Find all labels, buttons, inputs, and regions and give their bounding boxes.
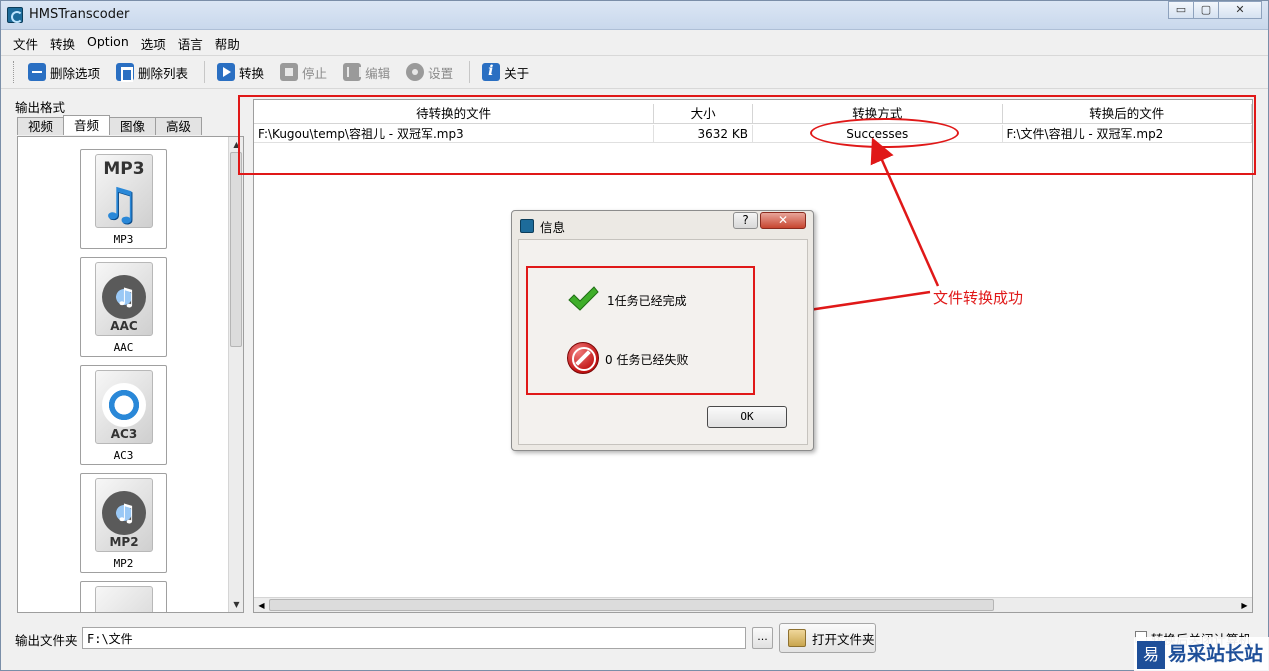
convert-label: 转换 — [239, 65, 265, 81]
toolbar: 删除选项 删除列表 转换 停止 编辑 设置 关于 — [1, 55, 1268, 89]
output-format-label: 输出格式 — [15, 100, 66, 115]
toolbar-grip[interactable] — [13, 61, 16, 83]
dialog-help-button[interactable]: ? — [733, 212, 758, 229]
menu-help[interactable]: 帮助 — [209, 31, 246, 53]
scroll-left-icon[interactable]: ◀ — [254, 598, 269, 613]
info-icon — [482, 63, 501, 81]
format-label: MP2 — [113, 557, 134, 570]
watermark-text: 易采站长站 — [1168, 643, 1264, 665]
minus-icon — [28, 63, 46, 81]
annotation-text: 文件转换成功 — [933, 289, 1024, 307]
annotation-status-ellipse — [810, 118, 959, 148]
delete-item-label: 删除选项 — [50, 65, 101, 81]
quicktime-icon — [102, 383, 146, 427]
format-list-scrollbar[interactable]: ▲ ▼ — [228, 137, 243, 612]
delete-list-label: 删除列表 — [138, 65, 189, 81]
dialog-app-icon — [520, 219, 534, 233]
format-card-aac[interactable]: ♫ AAC AAC — [80, 257, 167, 357]
scrollbar-thumb[interactable] — [269, 599, 994, 611]
app-icon — [7, 7, 23, 23]
settings-button[interactable]: 设置 — [400, 61, 459, 84]
menu-language[interactable]: 语言 — [172, 31, 209, 53]
tab-video[interactable]: 视频 — [17, 117, 65, 135]
close-button[interactable]: ✕ — [1218, 1, 1262, 19]
annotation-table-box — [238, 95, 1256, 175]
trash-icon — [116, 63, 135, 82]
format-card-mp2[interactable]: ♫ MP2 MP2 — [80, 473, 167, 573]
film-icon — [343, 63, 362, 81]
delete-item-button[interactable]: 删除选项 — [22, 61, 106, 84]
format-list: MP3 ♫ MP3 ♫ AAC AAC AC3 AC3 ♫ MP2 MP2 ▲ … — [17, 136, 244, 613]
edit-button[interactable]: 编辑 — [337, 61, 396, 84]
table-hscrollbar[interactable]: ◀ ▶ — [254, 597, 1252, 612]
menu-bar: 文件 转换 Option 选项 语言 帮助 — [1, 31, 1268, 53]
delete-list-button[interactable]: 删除列表 — [110, 61, 194, 84]
edit-label: 编辑 — [365, 65, 391, 81]
output-folder-label: 输出文件夹 — [15, 633, 78, 648]
music-note-icon: ♫ — [115, 283, 137, 311]
open-folder-button[interactable]: 打开文件夹 — [779, 623, 876, 653]
settings-label: 设置 — [428, 65, 454, 81]
tab-audio[interactable]: 音频 — [63, 115, 111, 135]
format-card-ac3[interactable]: AC3 AC3 — [80, 365, 167, 465]
watermark-logo: 易 — [1137, 641, 1165, 669]
toolbar-separator — [469, 61, 471, 83]
format-icon-tag: MP2 — [109, 535, 139, 549]
ac3-file-icon: AC3 — [95, 370, 153, 444]
window-controls: ▭ ▢ ✕ — [1168, 1, 1262, 19]
output-folder-input[interactable]: F:\文件 — [82, 627, 746, 649]
maximize-button[interactable]: ▢ — [1193, 1, 1219, 19]
stop-button[interactable]: 停止 — [274, 61, 333, 84]
format-label: MP3 — [113, 233, 134, 246]
dialog-title: 信息 — [540, 220, 566, 235]
title-bar: HMSTranscoder ▭ ▢ ✕ — [1, 1, 1268, 30]
mp2-file-icon: ♫ MP2 — [95, 478, 153, 552]
folder-icon — [788, 629, 806, 647]
open-folder-label: 打开文件夹 — [812, 631, 875, 647]
menu-options[interactable]: 选项 — [135, 31, 172, 53]
music-note-icon: ♫ — [100, 179, 140, 230]
format-icon-tag: AAC — [110, 319, 138, 333]
format-label: AAC — [113, 341, 134, 354]
music-note-icon: ♫ — [115, 499, 137, 527]
tab-image[interactable]: 图像 — [109, 117, 157, 135]
scroll-right-icon[interactable]: ▶ — [1237, 598, 1252, 613]
browse-button[interactable]: ... — [752, 627, 773, 649]
menu-file[interactable]: 文件 — [7, 31, 44, 53]
aac-file-icon: ♫ AAC — [95, 262, 153, 336]
about-button[interactable]: 关于 — [476, 61, 535, 84]
format-card-mp3[interactable]: MP3 ♫ MP3 — [80, 149, 167, 249]
stop-icon — [280, 63, 299, 81]
minimize-button[interactable]: ▭ — [1168, 1, 1194, 19]
menu-option[interactable]: Option — [81, 31, 135, 53]
file-icon — [95, 586, 153, 612]
format-icon-tag: MP3 — [103, 159, 145, 179]
scrollbar-thumb[interactable] — [230, 152, 242, 347]
format-tabs: 视频 音频 图像 高级 — [17, 115, 203, 135]
stop-label: 停止 — [302, 65, 328, 81]
format-icon-tag: AC3 — [110, 427, 138, 441]
dialog-close-button[interactable]: ✕ — [760, 212, 806, 229]
play-icon — [217, 63, 236, 81]
tab-advanced[interactable]: 高级 — [155, 117, 203, 135]
annotation-dialog-box — [526, 266, 755, 395]
mp3-file-icon: MP3 ♫ — [95, 154, 153, 230]
watermark: 易 易采站长站 — [1134, 637, 1269, 671]
ok-button[interactable]: OK — [707, 406, 787, 428]
format-label: AC3 — [113, 449, 134, 462]
scroll-down-icon[interactable]: ▼ — [229, 597, 243, 612]
window-title: HMSTranscoder — [29, 7, 130, 22]
convert-button[interactable]: 转换 — [211, 61, 270, 84]
format-card-partial[interactable] — [80, 581, 167, 612]
gear-icon — [406, 63, 425, 81]
about-label: 关于 — [504, 65, 530, 81]
toolbar-separator — [204, 61, 206, 83]
menu-convert[interactable]: 转换 — [44, 31, 81, 53]
